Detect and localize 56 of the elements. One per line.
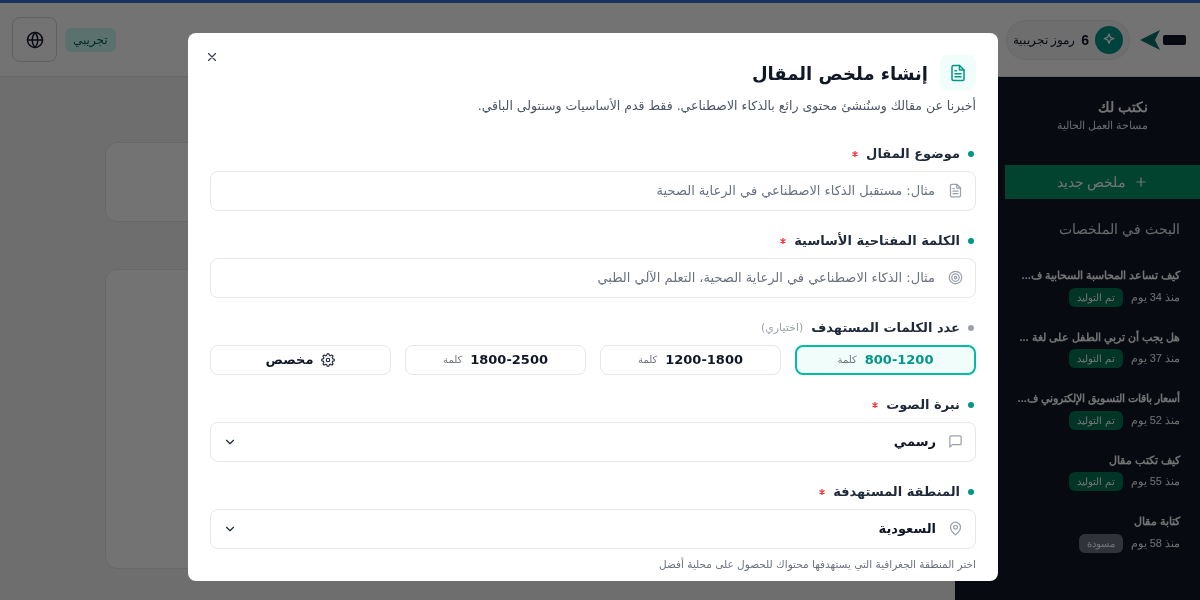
required-asterisk-icon bbox=[819, 488, 826, 495]
item-title: هل يجب أن تربي الطفل على لغة ... bbox=[1018, 329, 1180, 345]
select-field[interactable]: السعودية bbox=[210, 508, 976, 549]
text-field[interactable]: مثال: مستقبل الذكاء الاصطناعي في الرعاية الصحية bbox=[210, 170, 976, 211]
document-icon bbox=[940, 55, 976, 91]
field-hint: اختر المنطقة الجغرافية التي يستهدفها محتواك للحصول على محلية أفضل bbox=[657, 556, 976, 573]
sparkle-icon bbox=[1095, 25, 1123, 54]
close-icon bbox=[205, 50, 219, 64]
search-field[interactable]: البحث في الملخصات bbox=[1005, 211, 1188, 247]
item-title: كيف تساعد المحاسبة السحابية ف... bbox=[1020, 268, 1180, 284]
optional-note: (اختياري) bbox=[760, 319, 804, 336]
summary-list-item[interactable]: هل يجب أن تربي الطفل على لغة ... منذ 37 يوم تم التوليد bbox=[1005, 328, 1180, 368]
modal-title: إنشاء ملخص المقال bbox=[751, 61, 928, 87]
location-pin-icon bbox=[948, 521, 963, 537]
token-label: رموز تجريبية bbox=[1012, 31, 1076, 49]
language-button[interactable] bbox=[12, 17, 57, 62]
modal-description: أخبرنا عن مقالك وسنُنشئ محتوى رائع بالذكاء الاصطناعي. فقط قدم الأساسيات وسنتولى الباقي. bbox=[476, 97, 976, 116]
speech-bubble-icon bbox=[948, 434, 963, 450]
select-field[interactable]: رسمي bbox=[210, 421, 976, 462]
plus-icon bbox=[1134, 175, 1149, 189]
field-label: الكلمة المفتاحية الأساسية bbox=[794, 231, 960, 250]
field-label: عدد الكلمات المستهدف bbox=[811, 319, 960, 337]
item-time: منذ 55 يوم bbox=[1130, 474, 1180, 490]
field-label: نبرة الصوت bbox=[886, 396, 960, 414]
status-badge: تم التوليد bbox=[1068, 349, 1123, 368]
item-title: أسعار باقات التسويق الإلكتروني ف... bbox=[1016, 390, 1180, 407]
globe-icon bbox=[25, 30, 44, 49]
status-badge: تم التوليد bbox=[1068, 410, 1123, 430]
status-badge: تم التوليد bbox=[1068, 472, 1123, 491]
item-title: كيف تكتب مقال bbox=[1107, 452, 1180, 468]
item-time: منذ 52 يوم bbox=[1130, 412, 1180, 429]
summary-list-item[interactable]: كتابة مقال منذ 58 يوم مسودة bbox=[1005, 513, 1180, 553]
status-badge: مسودة bbox=[1078, 533, 1123, 553]
field-label: المنطقة المستهدفة bbox=[833, 483, 960, 501]
required-asterisk-icon bbox=[872, 401, 879, 408]
document-icon bbox=[948, 182, 963, 198]
summary-list-item[interactable]: كيف تساعد المحاسبة السحابية ف... منذ 34 يوم تم التوليد bbox=[1005, 267, 1180, 307]
item-time: منذ 37 يوم bbox=[1130, 351, 1180, 367]
token-count: 6 bbox=[1081, 30, 1089, 50]
required-asterisk-icon bbox=[780, 237, 787, 244]
status-badge: تم التوليد bbox=[1068, 287, 1123, 307]
trial-badge: تجريبي bbox=[65, 27, 116, 52]
word-count-option[interactable]: مخصص bbox=[210, 344, 391, 375]
field-label: موضوع المقال bbox=[866, 145, 960, 163]
required-asterisk-icon bbox=[852, 150, 859, 157]
target-icon bbox=[948, 269, 963, 285]
item-time: منذ 34 يوم bbox=[1130, 289, 1180, 306]
new-summary-button[interactable]: ملخص جديد bbox=[1005, 165, 1200, 199]
summary-list-item[interactable]: كيف تكتب مقال منذ 55 يوم تم التوليد bbox=[1005, 451, 1180, 491]
item-time: منذ 58 يوم bbox=[1130, 535, 1180, 552]
gear-icon bbox=[321, 352, 336, 367]
item-title: كتابة مقال bbox=[1132, 514, 1180, 530]
summary-list-item[interactable]: أسعار باقات التسويق الإلكتروني ف... منذ 52 يوم تم التوليد bbox=[1005, 390, 1180, 430]
workspace-title: نكتب لك bbox=[1098, 98, 1148, 117]
text-field[interactable]: مثال: الذكاء الاصطناعي في الرعاية الصحية، التعلم الآلي الطبي bbox=[210, 257, 976, 298]
workspace-subtitle: مساحة العمل الحالية bbox=[1056, 118, 1148, 133]
